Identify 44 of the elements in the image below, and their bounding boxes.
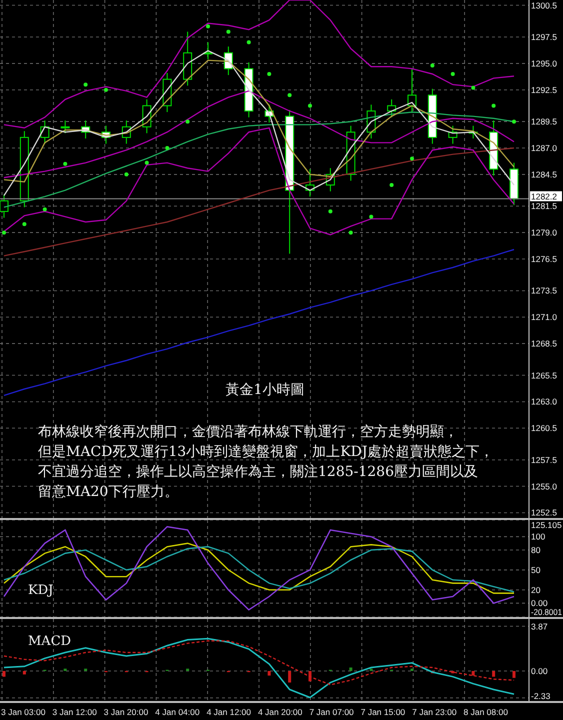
axis-tick-label: 20	[531, 584, 540, 595]
axis-tick-label: 1263.0	[531, 396, 557, 407]
axis-tick-label: 0.00	[531, 666, 548, 676]
axis-tick-label: 1295.0	[531, 58, 557, 68]
time-axis-label: 3 Jan 12:00	[52, 707, 98, 718]
time-axis-label: 7 Jan 23:00	[412, 707, 458, 718]
axis-tick-label: 1257.5	[531, 454, 557, 465]
axis-tick-label: 1297.5	[531, 32, 557, 42]
axis-tick-label: 1279.0	[531, 228, 557, 238]
axis-tick-label: 125.105	[531, 520, 562, 530]
axis-tick-label: 1287.0	[531, 143, 557, 153]
axis-tick-label: 1276.5	[531, 254, 557, 264]
axis-tick-label: 1260.5	[531, 423, 557, 434]
axis-tick-label: 1252.5	[531, 508, 557, 518]
axis-tick-label: 1273.5	[531, 286, 557, 296]
axis-tick-label: -20.8001	[531, 607, 563, 617]
axis-tick-label: 1255.0	[531, 481, 557, 492]
axis-tick-label: 3.87	[531, 621, 548, 632]
axis-tick-label: 1292.5	[531, 84, 557, 95]
axis-tick-label: 100	[531, 532, 546, 542]
axis-tick-label: 1281.5	[531, 201, 557, 212]
time-axis-label: 7 Jan 07:00	[309, 707, 355, 718]
axis-tick-label: 1271.0	[531, 312, 557, 322]
axis-tick-label: -2.33	[531, 691, 550, 701]
axis-tick-label: 1289.5	[531, 116, 557, 127]
axis-tick-label: 1268.5	[531, 338, 557, 349]
chart-title: 黃金1小時圖	[224, 381, 306, 399]
current-price-label: 1282.2	[530, 191, 562, 202]
axis-tick-label: 80	[531, 544, 540, 555]
axis-tick-label: 1284.5	[531, 169, 557, 180]
time-axis-label: 3 Jan 20:00	[104, 707, 150, 718]
indicator-label: KDJ	[28, 583, 54, 598]
axis-tick-label: 50	[531, 564, 540, 575]
axis-tick-label: 1265.5	[531, 370, 557, 380]
indicator-label: MACD	[28, 634, 72, 649]
time-axis-label: 8 Jan 08:00	[464, 707, 509, 718]
time-axis-label: 3 Jan 03:00	[1, 707, 46, 718]
axis-tick-label: 1300.5	[531, 0, 557, 10]
time-axis-label: 4 Jan 12:00	[206, 707, 252, 718]
time-axis-label: 4 Jan 20:00	[258, 707, 304, 718]
time-axis-label: 7 Jan 15:00	[360, 707, 406, 718]
axis-tick-label: 0.00	[531, 598, 548, 608]
commentary-text: 布林線收窄後再次開口，金價沿著布林線下軌運行，空方走勢明顯， 但是MACD死叉運行13小時到達變盤視窗，加上KDJ處於超賣狀態之下， 不宜過分追空，操作上以高空操作為主，關注1285-1286壓力區間以及 留意MA20下行壓力。	[38, 423, 494, 502]
time-axis-label: 4 Jan 04:00	[155, 707, 201, 718]
